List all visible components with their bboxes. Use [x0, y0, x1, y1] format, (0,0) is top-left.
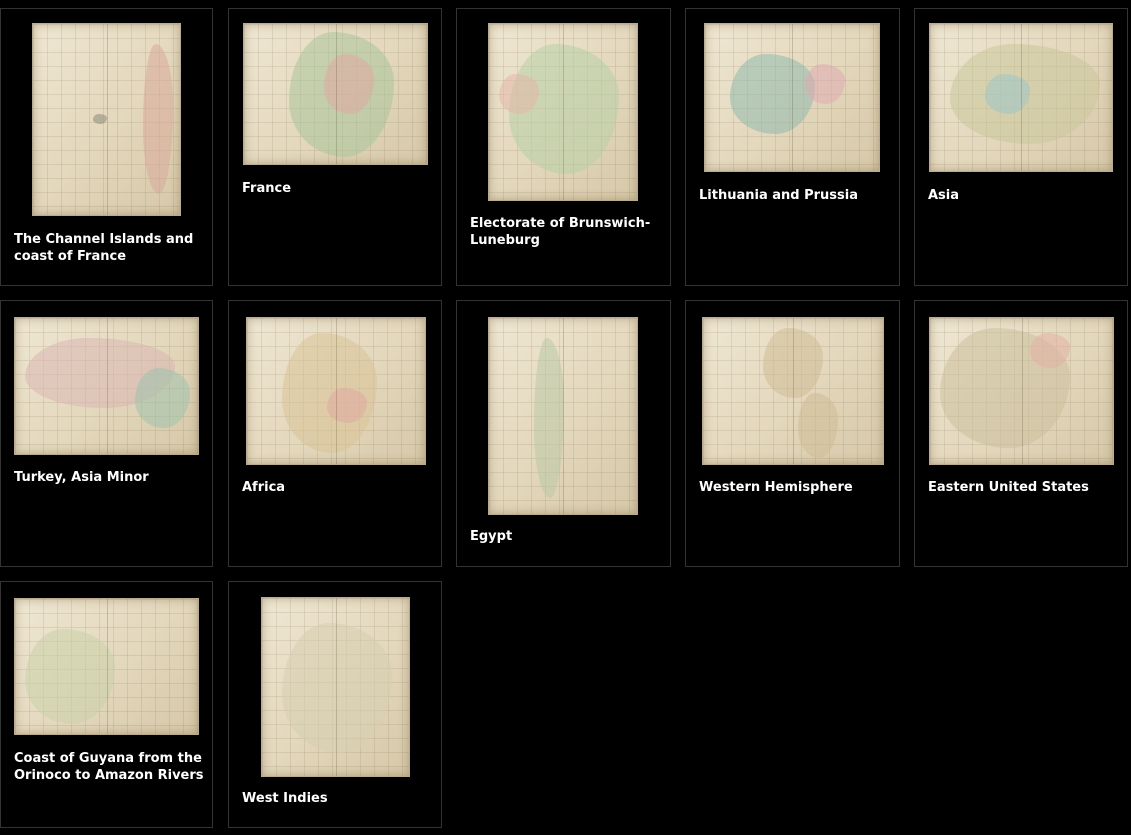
map-card-west-indies[interactable]: West Indies [228, 581, 442, 828]
map-thumbnail[interactable] [488, 317, 638, 515]
map-card-label[interactable]: Western Hemisphere [699, 479, 891, 496]
map-thumbnail[interactable] [704, 23, 880, 172]
map-thumbnail[interactable] [243, 23, 428, 165]
map-card-brunswich-luneburg[interactable]: Electorate of Brunswich-Luneburg [456, 8, 671, 286]
map-card-asia[interactable]: Asia [914, 8, 1128, 286]
map-thumbnail[interactable] [14, 317, 199, 455]
map-card-egypt[interactable]: Egypt [456, 300, 671, 567]
map-card-label[interactable]: Turkey, Asia Minor [14, 469, 204, 486]
map-card-label[interactable]: Coast of Guyana from the Orinoco to Amaz… [14, 750, 204, 784]
map-card-western-hemisphere[interactable]: Western Hemisphere [685, 300, 900, 567]
map-card-label[interactable]: Lithuania and Prussia [699, 187, 891, 204]
map-card-france[interactable]: France [228, 8, 442, 286]
map-thumbnail[interactable] [929, 317, 1114, 465]
map-card-channel-islands[interactable]: The Channel Islands and coast of France [0, 8, 213, 286]
map-card-label[interactable]: West Indies [242, 790, 433, 807]
map-card-label[interactable]: Asia [928, 187, 1119, 204]
map-card-lithuania-prussia[interactable]: Lithuania and Prussia [685, 8, 900, 286]
map-card-eastern-united-states[interactable]: Eastern United States [914, 300, 1128, 567]
map-thumbnail[interactable] [929, 23, 1113, 172]
map-thumbnail[interactable] [32, 23, 181, 216]
map-card-label[interactable]: Electorate of Brunswich-Luneburg [470, 215, 662, 249]
map-card-label[interactable]: Africa [242, 479, 433, 496]
map-card-label[interactable]: France [242, 180, 433, 197]
map-thumbnail[interactable] [702, 317, 884, 465]
map-thumbnail[interactable] [488, 23, 638, 201]
map-thumbnail[interactable] [14, 598, 199, 735]
map-card-label[interactable]: Egypt [470, 528, 662, 545]
map-card-turkey-asia-minor[interactable]: Turkey, Asia Minor [0, 300, 213, 567]
map-card-coast-of-guyana[interactable]: Coast of Guyana from the Orinoco to Amaz… [0, 581, 213, 828]
map-thumbnail[interactable] [246, 317, 426, 465]
map-thumbnail[interactable] [261, 597, 410, 777]
map-card-africa[interactable]: Africa [228, 300, 442, 567]
map-card-label[interactable]: The Channel Islands and coast of France [14, 231, 204, 265]
map-card-label[interactable]: Eastern United States [928, 479, 1119, 496]
